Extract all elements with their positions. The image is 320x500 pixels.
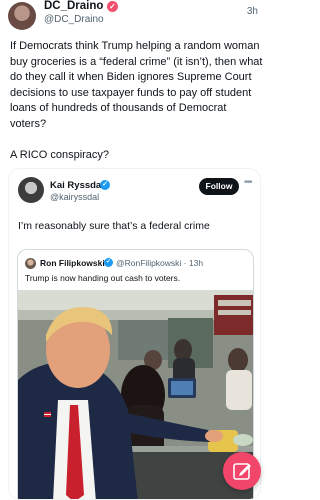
verified-badge-icon: ✓ [100,180,110,190]
quoted-display-name[interactable]: Kai Ryssdal [50,180,104,191]
quoted-tweet-text: I’m reasonably sure that’s a federal cri… [18,220,210,232]
compose-pen-icon [233,463,251,480]
avatar[interactable] [25,258,36,269]
follow-button[interactable]: Follow [199,178,239,195]
post-body-text: If Democrats think Trump helping a rando… [10,40,263,161]
quoted-tweet-card[interactable]: Kai Ryssdal ✓ @kairyssdal Follow ••• I’m… [8,168,261,500]
compose-button[interactable] [223,452,261,490]
verified-badge-icon: ✓ [107,1,118,12]
quoted-handle[interactable]: @kairyssdal [50,192,99,202]
inner-display-name[interactable]: Ron Filipkowski [40,258,105,268]
avatar[interactable] [8,2,36,30]
more-horizontal-icon[interactable]: ••• [244,177,252,188]
author-display-name[interactable]: DC_Draino [44,0,103,12]
post-timestamp[interactable]: 3h [247,6,258,17]
inner-tweet-text: Trump is now handing out cash to voters. [25,273,181,283]
avatar[interactable] [18,177,44,203]
author-handle[interactable]: @DC_Draino [44,14,104,25]
inner-handle-and-time[interactable]: @RonFilipkowski · 13h [116,258,203,268]
attached-photo[interactable] [18,290,253,499]
inner-quoted-tweet-card[interactable]: Ron Filipkowski ✓ @RonFilipkowski · 13h … [17,249,254,499]
verified-badge-icon: ✓ [104,258,113,267]
post-header: DC_Draino ✓ @DC_Draino 3h [0,0,270,34]
